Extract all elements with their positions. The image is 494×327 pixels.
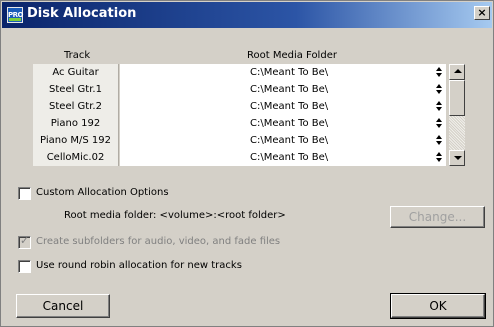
cancel-button[interactable]: Cancel bbox=[16, 294, 110, 318]
custom-allocation-checkbox[interactable] bbox=[18, 187, 31, 200]
root-media-folder-text: Root media folder: <volume>:<root folder… bbox=[64, 210, 286, 221]
checkmark-icon: ✓ bbox=[20, 234, 30, 247]
track-name: Piano 192 bbox=[33, 115, 119, 132]
table-row: Piano 192 C:\Meant To Be\ bbox=[33, 115, 446, 132]
table-row: Steel Gtr.2 C:\Meant To Be\ bbox=[33, 98, 446, 115]
scroll-thumb[interactable] bbox=[449, 80, 465, 116]
track-name: CelloMic.02 bbox=[33, 149, 119, 166]
root-folder-value: C:\Meant To Be\ bbox=[250, 118, 329, 129]
select-arrows-icon bbox=[436, 99, 443, 114]
arrow-up-icon bbox=[454, 69, 462, 73]
scroll-up-button[interactable] bbox=[449, 64, 465, 80]
select-arrows-icon bbox=[436, 150, 443, 165]
track-name: Ac Guitar bbox=[33, 64, 119, 81]
select-arrows-icon bbox=[436, 65, 443, 80]
disk-allocation-dialog: PRO Disk Allocation × Track Root Media F… bbox=[0, 0, 494, 327]
root-folder-select[interactable]: C:\Meant To Be\ bbox=[120, 132, 446, 149]
select-arrows-icon bbox=[436, 116, 443, 131]
table-row: CelloMic.02 C:\Meant To Be\ bbox=[33, 149, 446, 166]
pro-tools-logo-icon: PRO bbox=[7, 7, 23, 23]
select-arrows-icon bbox=[436, 82, 443, 97]
root-folder-select[interactable]: C:\Meant To Be\ bbox=[120, 115, 446, 132]
root-folder-select[interactable]: C:\Meant To Be\ bbox=[120, 81, 446, 98]
round-robin-checkbox[interactable] bbox=[18, 260, 31, 273]
create-subfolders-checkbox[interactable]: ✓ bbox=[18, 234, 31, 249]
close-button[interactable]: × bbox=[474, 6, 490, 20]
ok-button[interactable]: OK bbox=[390, 293, 486, 319]
custom-allocation-label: Custom Allocation Options bbox=[36, 187, 169, 198]
track-column-header: Track bbox=[64, 50, 91, 61]
track-name: Steel Gtr.1 bbox=[33, 81, 119, 98]
round-robin-label: Use round robin allocation for new track… bbox=[36, 260, 242, 271]
root-folder-value: C:\Meant To Be\ bbox=[250, 152, 329, 163]
root-folder-value: C:\Meant To Be\ bbox=[250, 101, 329, 112]
table-row: Steel Gtr.1 C:\Meant To Be\ bbox=[33, 81, 446, 98]
create-subfolders-label: Create subfolders for audio, video, and … bbox=[36, 236, 281, 247]
root-folder-select[interactable]: C:\Meant To Be\ bbox=[120, 98, 446, 115]
arrow-down-icon bbox=[454, 156, 462, 160]
root-folder-select[interactable]: C:\Meant To Be\ bbox=[120, 64, 446, 81]
track-name: Piano M/S 192 bbox=[33, 132, 119, 149]
title-bar[interactable]: PRO Disk Allocation × bbox=[2, 2, 492, 28]
select-arrows-icon bbox=[436, 133, 443, 148]
root-folder-value: C:\Meant To Be\ bbox=[250, 135, 329, 146]
root-folder-select[interactable]: C:\Meant To Be\ bbox=[120, 149, 446, 166]
root-media-folder-column-header: Root Media Folder bbox=[247, 50, 337, 61]
track-name: Steel Gtr.2 bbox=[33, 98, 119, 115]
scroll-down-button[interactable] bbox=[449, 150, 465, 166]
table-row: Ac Guitar C:\Meant To Be\ bbox=[33, 64, 446, 81]
window-title: Disk Allocation bbox=[27, 6, 137, 21]
root-folder-value: C:\Meant To Be\ bbox=[250, 84, 329, 95]
table-scrollbar[interactable] bbox=[449, 64, 465, 166]
change-button[interactable]: Change... bbox=[390, 206, 485, 228]
root-folder-value: C:\Meant To Be\ bbox=[250, 67, 329, 78]
table-row: Piano M/S 192 C:\Meant To Be\ bbox=[33, 132, 446, 149]
